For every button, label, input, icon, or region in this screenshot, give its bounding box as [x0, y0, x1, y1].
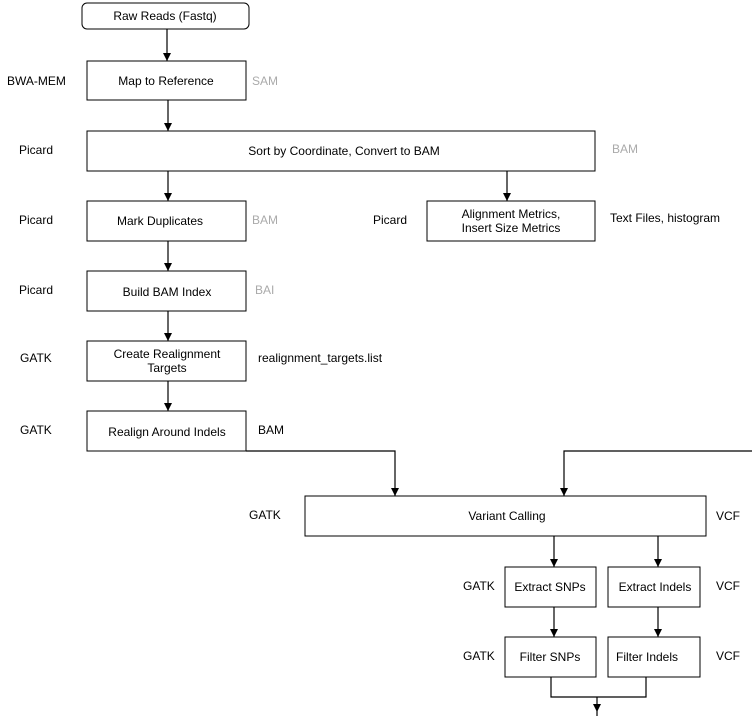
output-label: SAM	[252, 74, 278, 88]
arrowhead	[164, 333, 172, 341]
output-label: VCF	[716, 579, 740, 593]
svg-text:Filter Indels: Filter Indels	[616, 650, 678, 664]
output-label: BAM	[258, 423, 284, 437]
arrowhead	[164, 263, 172, 271]
node-realign-indels[interactable]: Realign Around Indels	[86, 410, 247, 452]
output-label: VCF	[716, 509, 740, 523]
svg-text:Filter SNPs: Filter SNPs	[520, 650, 581, 664]
node-raw-reads[interactable]: Raw Reads (Fastq)	[81, 2, 250, 30]
tool-label: Picard	[19, 283, 53, 297]
svg-text:Targets: Targets	[147, 361, 186, 375]
arrowhead	[163, 53, 171, 61]
arrowhead	[560, 488, 568, 496]
node-mark-duplicates[interactable]: Mark Duplicates	[86, 200, 247, 242]
svg-text:Sort by Coordinate, Convert to: Sort by Coordinate, Convert to BAM	[248, 144, 439, 158]
svg-text:Create Realignment: Create Realignment	[114, 347, 221, 361]
node-filter-indels[interactable]: Filter Indels	[607, 636, 701, 678]
arrowhead	[654, 629, 662, 637]
node-filter-snps[interactable]: Filter SNPs	[504, 636, 597, 678]
node-map-reference[interactable]: Map to Reference	[86, 60, 247, 101]
tool-label: GATK	[20, 351, 52, 365]
svg-text:Extract SNPs: Extract SNPs	[514, 580, 585, 594]
tool-label: GATK	[463, 579, 495, 593]
tool-label: Picard	[19, 143, 53, 157]
arrowhead	[593, 704, 601, 712]
tool-label: Picard	[19, 213, 53, 227]
svg-text:Mark Duplicates: Mark Duplicates	[117, 214, 203, 228]
arrowhead	[164, 193, 172, 201]
pipeline-diagram: Raw Reads (Fastq) Map to Reference BWA-M…	[7, 2, 752, 716]
svg-text:Insert Size Metrics: Insert Size Metrics	[462, 221, 561, 235]
node-build-bam-index[interactable]: Build BAM Index	[86, 270, 247, 312]
svg-text:Map to Reference: Map to Reference	[118, 74, 214, 88]
node-extract-snps[interactable]: Extract SNPs	[504, 566, 597, 608]
arrowhead	[164, 123, 172, 131]
edge-external-variant	[563, 450, 752, 496]
svg-text:Variant Calling: Variant Calling	[468, 509, 545, 523]
node-sort[interactable]: Sort by Coordinate, Convert to BAM	[86, 130, 596, 172]
arrowhead	[654, 559, 662, 567]
svg-text:Realign Around Indels: Realign Around Indels	[108, 425, 225, 439]
tool-label: BWA-MEM	[7, 74, 66, 88]
node-variant-calling[interactable]: Variant Calling	[304, 495, 707, 537]
arrowhead	[550, 559, 558, 567]
edge-realign-variant	[246, 450, 396, 496]
output-label: BAI	[255, 283, 274, 297]
arrowhead	[164, 403, 172, 411]
output-label: BAM	[612, 142, 638, 156]
output-label: BAM	[252, 213, 278, 227]
arrowhead	[550, 629, 558, 637]
edge-filter-merge	[550, 677, 647, 698]
svg-text:Extract Indels: Extract Indels	[619, 580, 692, 594]
tool-label: GATK	[20, 423, 52, 437]
svg-text:Build BAM Index: Build BAM Index	[123, 285, 212, 299]
arrowhead	[391, 488, 399, 496]
arrowhead	[503, 193, 511, 201]
tool-label: Picard	[373, 213, 407, 227]
node-create-realignment-targets[interactable]: Create Realignment Targets	[86, 340, 247, 382]
svg-text:Raw Reads (Fastq): Raw Reads (Fastq)	[113, 9, 216, 23]
output-label: realignment_targets.list	[258, 351, 383, 365]
tool-label: GATK	[249, 508, 281, 522]
tool-label: GATK	[463, 649, 495, 663]
node-extract-indels[interactable]: Extract Indels	[607, 566, 701, 608]
node-alignment-metrics[interactable]: Alignment Metrics, Insert Size Metrics	[426, 200, 596, 242]
output-label: VCF	[716, 649, 740, 663]
svg-text:Alignment Metrics,: Alignment Metrics,	[462, 207, 561, 221]
output-label: Text Files, histogram	[610, 211, 720, 225]
